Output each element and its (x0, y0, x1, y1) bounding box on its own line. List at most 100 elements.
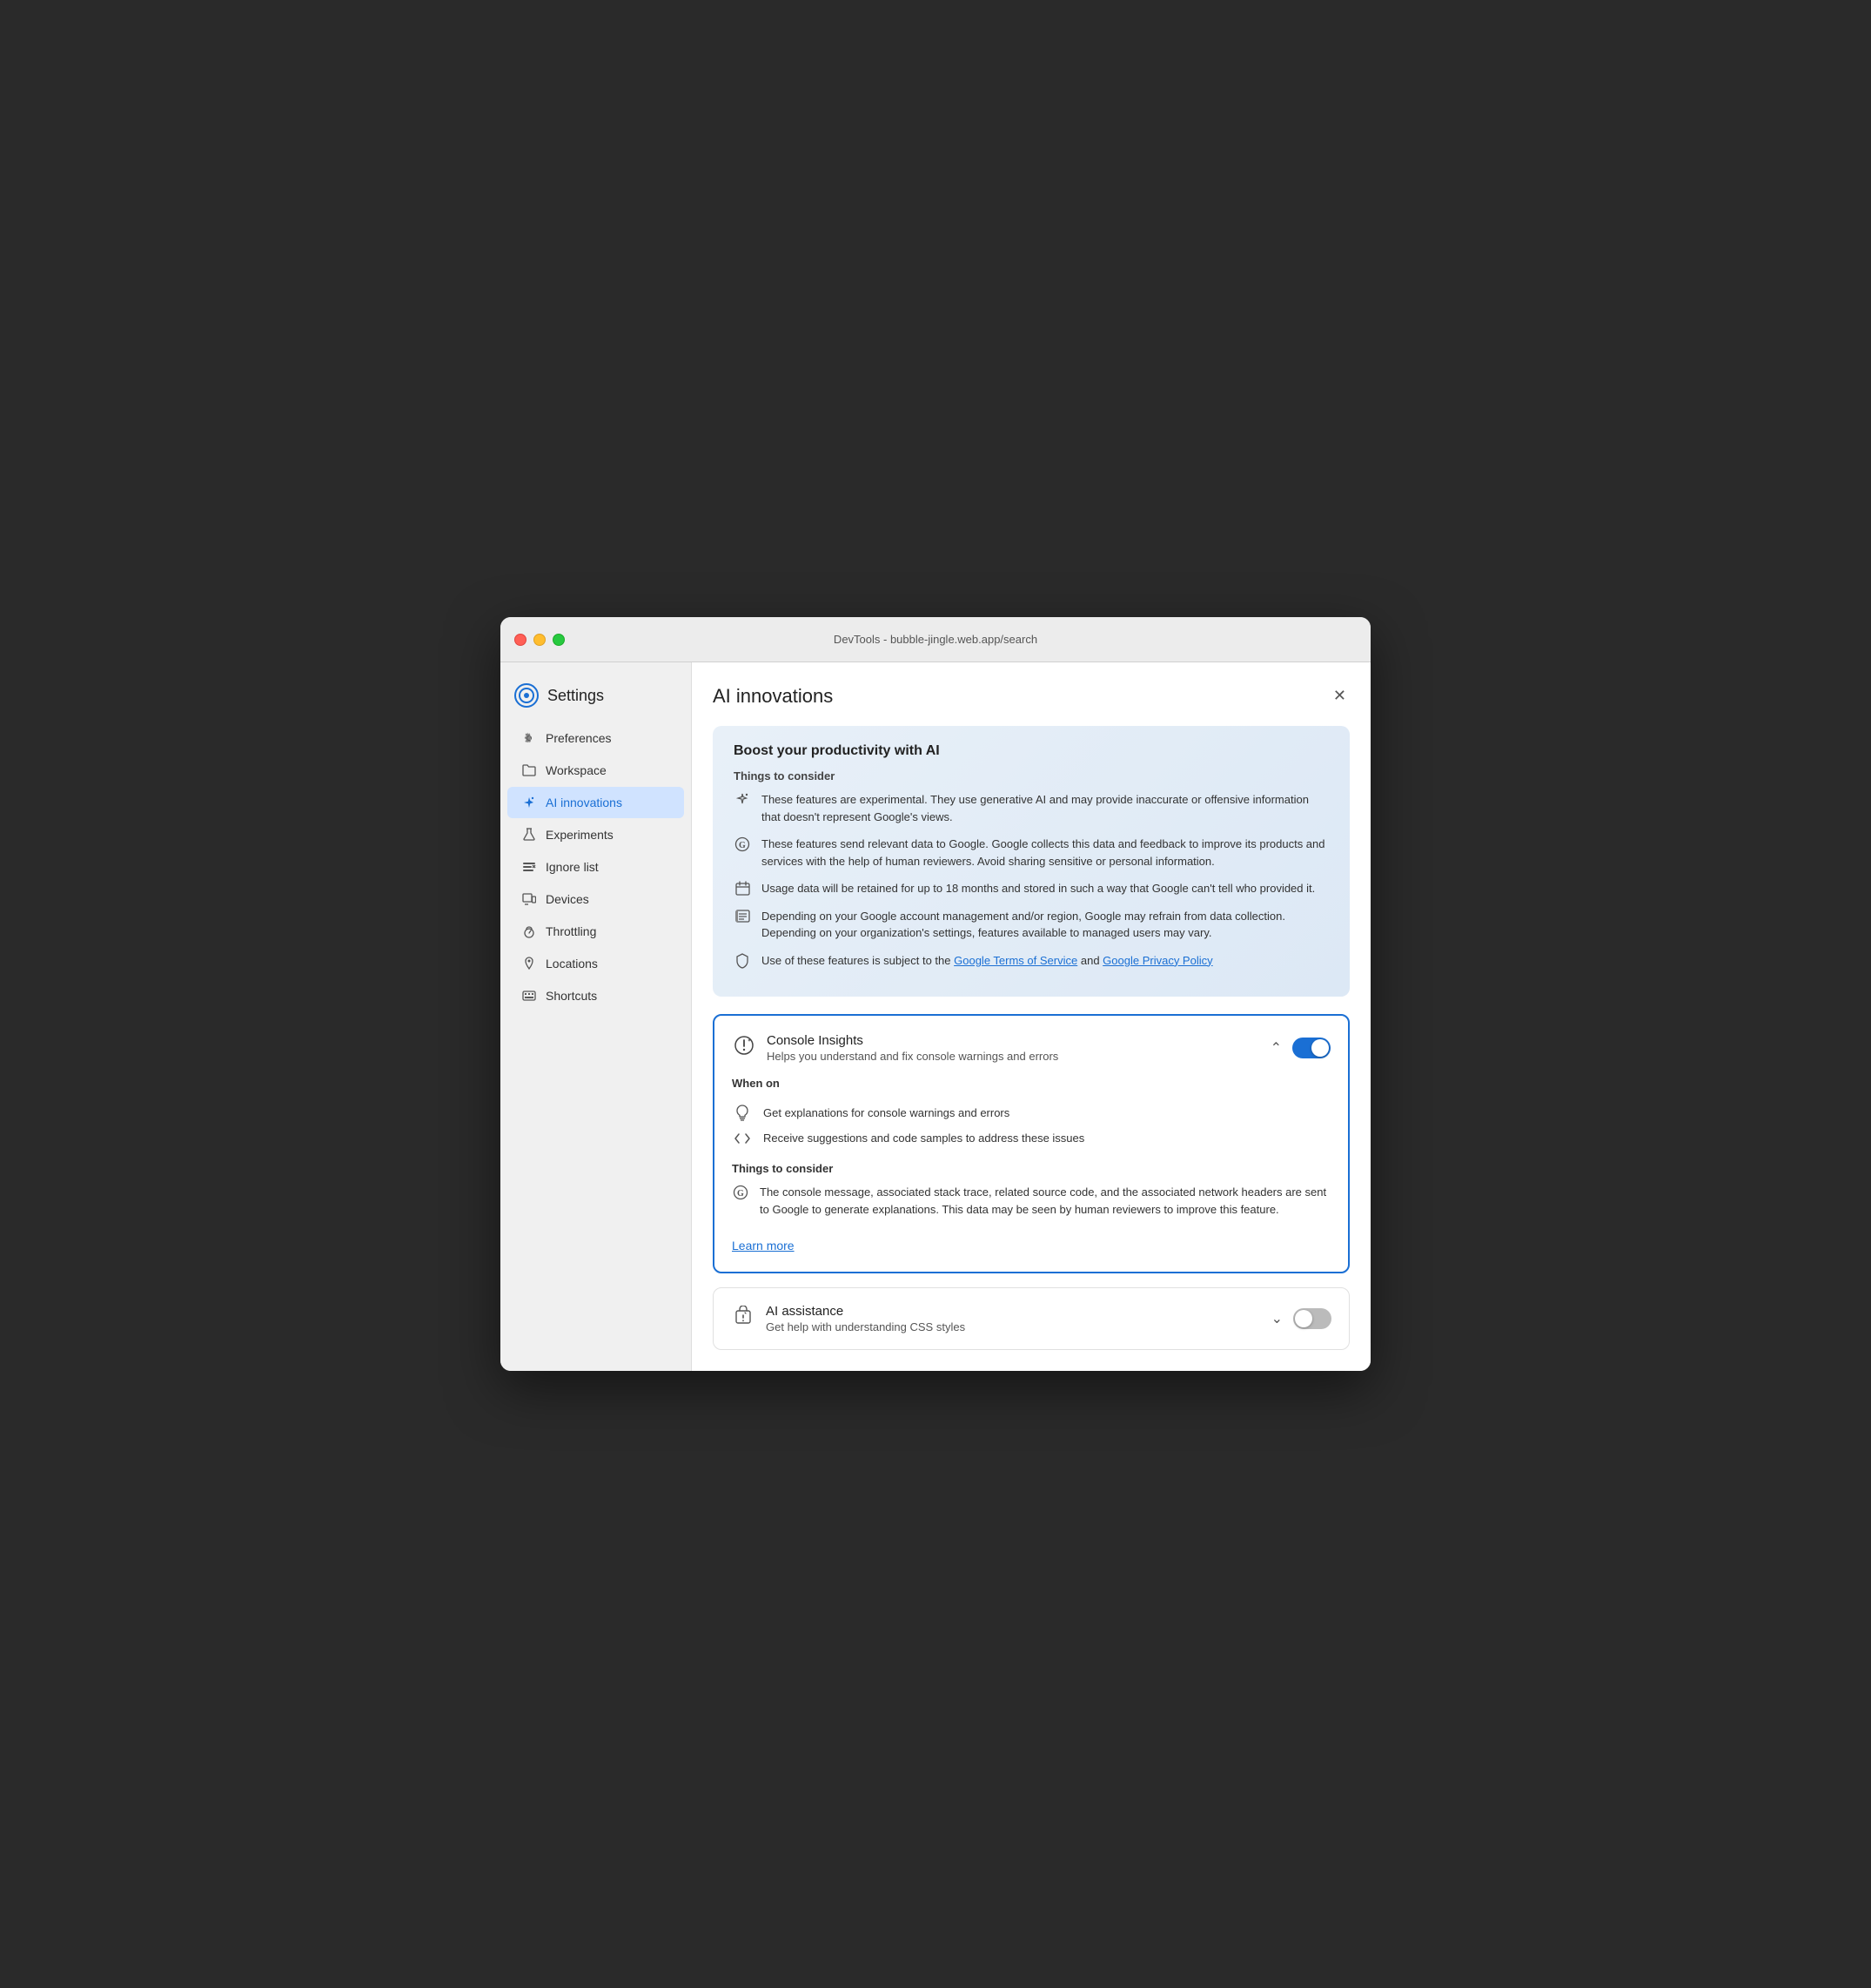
sidebar-label-throttling: Throttling (546, 924, 596, 938)
devtools-logo-icon (514, 683, 539, 708)
console-insights-name: Console Insights (767, 1033, 1058, 1048)
close-button[interactable]: ✕ (1330, 683, 1350, 709)
google-consider-icon: G (732, 1185, 749, 1218)
consider-title: Things to consider (732, 1162, 1331, 1175)
sidebar-label-experiments: Experiments (546, 828, 614, 842)
flask-icon (521, 827, 537, 843)
collapse-console-insights-button[interactable]: ⌃ (1271, 1039, 1282, 1057)
sidebar-item-workspace[interactable]: Workspace (507, 755, 684, 786)
minimize-traffic-light[interactable] (533, 634, 546, 646)
location-icon (521, 956, 537, 971)
when-on-item-2: Receive suggestions and code samples to … (732, 1126, 1331, 1150)
expand-ai-assistance-button[interactable]: ⌄ (1271, 1310, 1283, 1327)
sidebar-item-devices[interactable]: Devices (507, 883, 684, 915)
when-on-text-1: Get explanations for console warnings an… (763, 1106, 1009, 1119)
consider-item: G The console message, associated stack … (732, 1184, 1331, 1218)
console-insights-info: Console Insights Helps you understand an… (767, 1033, 1058, 1063)
info-item-3: Usage data will be retained for up to 18… (734, 880, 1329, 897)
sidebar-item-throttling[interactable]: Throttling (507, 916, 684, 947)
sidebar-item-shortcuts[interactable]: Shortcuts (507, 980, 684, 1011)
list-info-icon (734, 909, 751, 942)
info-box-subtitle: Things to consider (734, 769, 1329, 782)
console-insights-header: Console Insights Helps you understand an… (732, 1033, 1331, 1063)
ai-assistance-header: AI assistance Get help with understandin… (731, 1304, 1331, 1333)
info-item-5: Use of these features is subject to the … (734, 952, 1329, 970)
console-insights-toggle[interactable] (1292, 1038, 1331, 1058)
sidebar-item-ai-innovations[interactable]: AI innovations (507, 787, 684, 818)
console-insights-controls: ⌃ (1271, 1038, 1331, 1058)
keyboard-icon (521, 988, 537, 1004)
sidebar-item-experiments[interactable]: Experiments (507, 819, 684, 850)
main-header: AI innovations ✕ (713, 683, 1350, 709)
ai-assistance-controls: ⌄ (1271, 1308, 1331, 1329)
code-when-on-icon (732, 1132, 753, 1145)
ai-assistance-icon (731, 1304, 755, 1328)
console-insights-left: Console Insights Helps you understand an… (732, 1033, 1271, 1063)
main-panel: AI innovations ✕ Boost your productivity… (692, 662, 1371, 1371)
devices-icon (521, 891, 537, 907)
sidebar-item-locations[interactable]: Locations (507, 948, 684, 979)
sidebar-item-preferences[interactable]: Preferences (507, 722, 684, 754)
info-item-1: These features are experimental. They us… (734, 791, 1329, 825)
info-box-title: Boost your productivity with AI (734, 743, 1329, 759)
tos-link[interactable]: Google Terms of Service (954, 954, 1077, 967)
calendar-info-icon (734, 881, 751, 897)
sidebar-label-ai-innovations: AI innovations (546, 796, 622, 809)
toggle-thumb (1311, 1039, 1329, 1057)
main-content: Settings Preferences (500, 662, 1371, 1371)
ignore-icon (521, 859, 537, 875)
sidebar-heading: Settings (547, 687, 604, 705)
ai-assistance-toggle[interactable] (1293, 1308, 1331, 1329)
info-item-text-4: Depending on your Google account managem… (761, 908, 1329, 942)
sparkle-info-icon (734, 792, 751, 825)
ai-assistance-card: AI assistance Get help with understandin… (713, 1287, 1350, 1350)
info-item-text-1: These features are experimental. They us… (761, 791, 1329, 825)
console-insights-icon (732, 1033, 756, 1058)
throttle-icon (521, 923, 537, 939)
ai-toggle-thumb (1295, 1310, 1312, 1327)
sidebar-label-ignore-list: Ignore list (546, 860, 599, 874)
console-insights-card: Console Insights Helps you understand an… (713, 1014, 1350, 1273)
info-box: Boost your productivity with AI Things t… (713, 726, 1350, 997)
when-on-text-2: Receive suggestions and code samples to … (763, 1132, 1084, 1145)
folder-icon (521, 762, 537, 778)
info-item-text-3: Usage data will be retained for up to 18… (761, 880, 1329, 897)
privacy-link[interactable]: Google Privacy Policy (1103, 954, 1212, 967)
consider-text: The console message, associated stack tr… (760, 1184, 1331, 1218)
close-traffic-light[interactable] (514, 634, 526, 646)
sidebar: Settings Preferences (500, 662, 692, 1371)
page-title: AI innovations (713, 685, 833, 708)
console-insights-desc: Helps you understand and fix console war… (767, 1050, 1058, 1063)
svg-text:G: G (739, 841, 746, 850)
ai-assistance-desc: Get help with understanding CSS styles (766, 1320, 965, 1333)
shield-info-icon (734, 953, 751, 970)
info-item-text-2: These features send relevant data to Goo… (761, 836, 1329, 870)
maximize-traffic-light[interactable] (553, 634, 565, 646)
traffic-lights (514, 634, 565, 646)
google-info-icon: G (734, 836, 751, 870)
ai-assistance-info: AI assistance Get help with understandin… (766, 1304, 965, 1333)
when-on-title: When on (732, 1077, 1331, 1090)
bulb-when-on-icon (732, 1104, 753, 1121)
gear-icon (521, 730, 537, 746)
svg-text:G: G (737, 1189, 744, 1199)
sidebar-label-preferences: Preferences (546, 731, 611, 745)
ai-assistance-name: AI assistance (766, 1304, 965, 1319)
sidebar-header: Settings (500, 676, 691, 722)
sidebar-label-devices: Devices (546, 892, 589, 906)
devtools-window: DevTools - bubble-jingle.web.app/search … (500, 617, 1371, 1371)
when-on-item-1: Get explanations for console warnings an… (732, 1098, 1331, 1126)
ai-assistance-left: AI assistance Get help with understandin… (731, 1304, 1271, 1333)
console-insights-expanded: When on Get explanations for console war… (732, 1077, 1331, 1254)
sidebar-label-locations: Locations (546, 957, 598, 970)
sidebar-label-shortcuts: Shortcuts (546, 989, 597, 1003)
titlebar: DevTools - bubble-jingle.web.app/search (500, 617, 1371, 662)
sidebar-item-ignore-list[interactable]: Ignore list (507, 851, 684, 883)
sparkle-nav-icon (521, 795, 537, 810)
sidebar-label-workspace: Workspace (546, 763, 607, 777)
info-item-4: Depending on your Google account managem… (734, 908, 1329, 942)
info-item-text-5: Use of these features is subject to the … (761, 952, 1329, 970)
learn-more-link[interactable]: Learn more (732, 1239, 795, 1253)
info-item-2: G These features send relevant data to G… (734, 836, 1329, 870)
titlebar-title: DevTools - bubble-jingle.web.app/search (834, 633, 1037, 646)
